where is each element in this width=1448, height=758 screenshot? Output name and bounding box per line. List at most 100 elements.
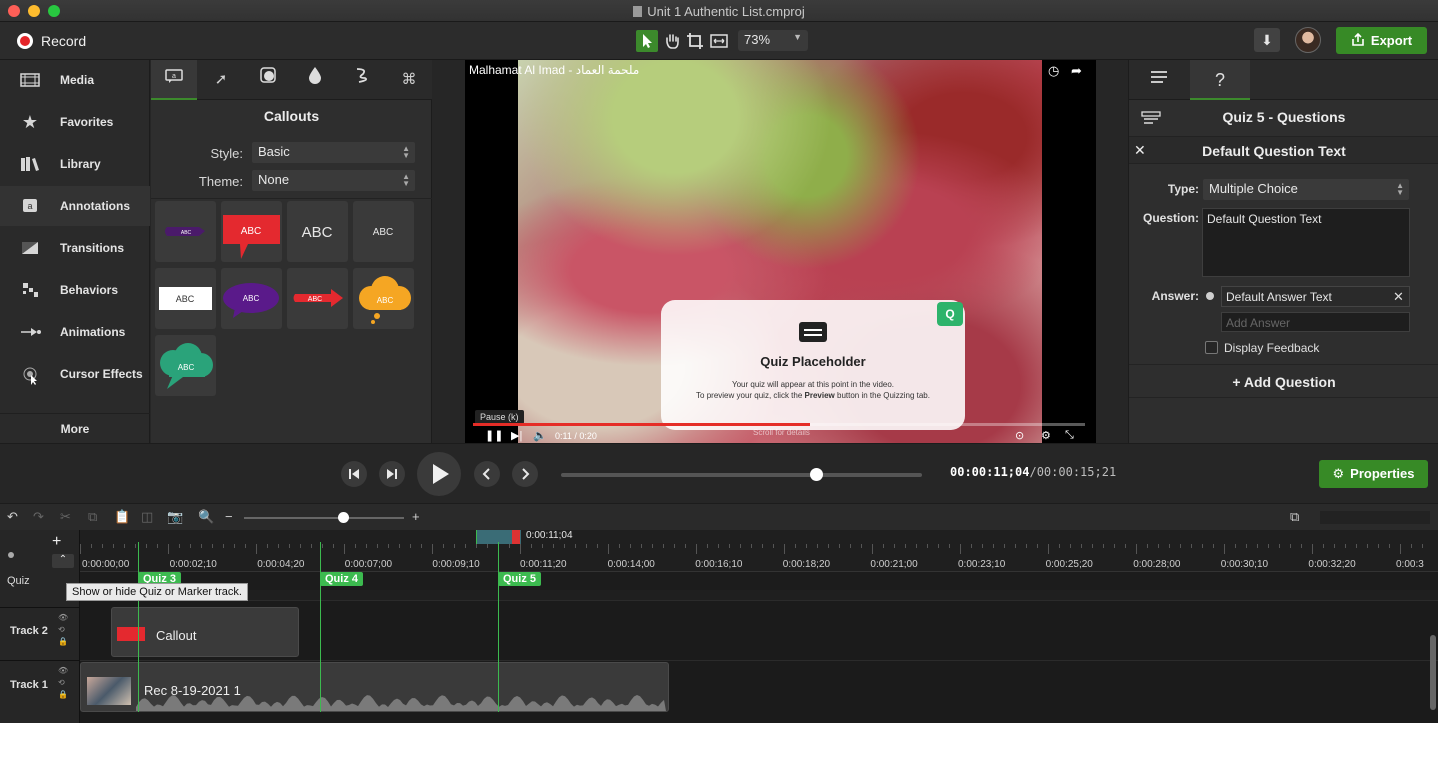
copy-icon[interactable]: ⧉ <box>88 509 97 525</box>
tab-quiz-question-icon[interactable]: ? <box>1190 60 1250 100</box>
record-button[interactable]: Record <box>41 33 86 49</box>
zoom-out-icon[interactable]: − <box>225 509 233 524</box>
sidebar-item-transitions[interactable]: Transitions <box>0 228 150 268</box>
record-icon[interactable] <box>17 33 33 49</box>
step-back-button[interactable] <box>341 461 367 487</box>
tab-list-icon[interactable] <box>1129 60 1189 100</box>
split-icon[interactable]: ◫ <box>141 509 153 525</box>
ruler-minor-tick <box>1125 544 1126 548</box>
callout-tile-purple-arrow[interactable]: ABC <box>155 201 216 262</box>
volume-icon[interactable]: 🔈 <box>533 429 547 442</box>
sidebar-item-media[interactable]: Media <box>0 60 150 100</box>
zoom-select[interactable]: 73% ▼ <box>738 30 808 51</box>
clock-icon[interactable]: ◷ <box>1048 63 1059 79</box>
correct-answer-radio[interactable] <box>1206 292 1214 300</box>
tab-callouts-icon[interactable]: a <box>151 60 197 100</box>
collapse-tracks-icon[interactable]: ⌃ <box>52 554 74 568</box>
timeline-vertical-scrollbar[interactable] <box>1430 635 1436 710</box>
share-icon[interactable]: ➦ <box>1071 63 1082 79</box>
tab-keystroke-icon[interactable]: ⌘ <box>386 60 432 100</box>
scrubber-knob[interactable] <box>809 468 823 481</box>
video-progress-bar[interactable] <box>473 423 1085 426</box>
fit-canvas-icon[interactable] <box>708 30 730 52</box>
redo-icon[interactable]: ↷ <box>33 509 44 525</box>
recording-clip[interactable]: Rec 8-19-2021 1 <box>80 662 669 712</box>
theme-label: Theme: <box>198 174 243 189</box>
track-1-controls-icon[interactable]: 👁 ⟲ 🔒 <box>58 665 68 701</box>
sidebar-more-button[interactable]: More <box>0 413 150 443</box>
exit-fullscreen-icon[interactable]: ⤡ <box>1065 429 1074 442</box>
callout-tile-text-large[interactable]: ABC <box>287 201 348 262</box>
cut-icon[interactable]: ✂ <box>60 509 71 525</box>
recording-clip-thumbnail <box>87 677 131 705</box>
video-player[interactable]: Malhamat Al Imad - ملحمة العماد ◷ ➦ Quiz… <box>465 60 1096 443</box>
previous-marker-button[interactable] <box>474 461 500 487</box>
tab-arrows-icon[interactable]: ➚ <box>198 60 244 100</box>
callout-tile-white-box[interactable]: ABC <box>155 268 216 329</box>
zoom-in-icon[interactable]: + <box>412 509 420 524</box>
answer-field[interactable]: Default Answer Text <box>1221 286 1410 307</box>
settings-gear-icon[interactable]: ⚙ <box>1041 429 1051 442</box>
callout-tile-red-speech[interactable]: ABC <box>221 201 282 262</box>
playback-scrubber[interactable] <box>561 468 922 481</box>
callout-tile-teal-cloud[interactable]: ABC <box>155 335 216 396</box>
next-marker-button[interactable] <box>512 461 538 487</box>
tab-shapes-icon[interactable] <box>245 60 291 100</box>
tab-blur-icon[interactable] <box>292 60 338 100</box>
callout-tile-text-small[interactable]: ABC <box>353 201 414 262</box>
user-avatar[interactable] <box>1295 27 1321 53</box>
callout-tile-purple-oval[interactable]: ABC <box>221 268 282 329</box>
download-button[interactable]: ⬇ <box>1254 28 1280 52</box>
crop-tool-icon[interactable] <box>684 30 706 52</box>
timeline-ruler[interactable]: 0:00:11;04 0:00:00;00 0:00:02;10 0:00:04;2… <box>80 530 1438 572</box>
sidebar-item-behaviors[interactable]: Behaviors <box>0 270 150 310</box>
sidebar-item-annotations[interactable]: a Annotations <box>0 186 150 226</box>
camera-snapshot-icon[interactable]: 📷 <box>167 509 183 525</box>
question-textarea[interactable]: Default Question Text <box>1202 208 1410 277</box>
sidebar-item-animations[interactable]: Animations <box>0 312 150 352</box>
ruler-minor-tick <box>410 544 411 548</box>
tab-sketch-motion-icon[interactable] <box>339 60 385 100</box>
callout-tile-red-arrow[interactable]: ABC <box>287 268 348 329</box>
zoom-slider-knob[interactable] <box>338 512 349 523</box>
callout-clip[interactable]: Callout <box>111 607 299 657</box>
pause-icon[interactable]: ❚❚ <box>485 429 503 442</box>
ruler-minor-tick <box>1213 544 1214 548</box>
add-question-button[interactable]: + Add Question <box>1129 364 1438 398</box>
sidebar-item-cursor-effects[interactable]: Cursor Effects <box>0 354 150 394</box>
zoom-search-icon[interactable]: 🔍 <box>198 509 214 525</box>
timeline-zoom-slider[interactable] <box>244 512 404 523</box>
next-icon[interactable]: ▶| <box>511 429 522 442</box>
add-answer-field[interactable]: Add Answer <box>1221 312 1410 332</box>
quiz-marker-4[interactable]: Quiz 4 <box>320 572 364 586</box>
quiz-marker-5[interactable]: Quiz 5 <box>498 572 542 586</box>
quiz-track-label[interactable]: Quiz <box>7 575 30 587</box>
properties-button[interactable]: ⚙ Properties <box>1319 460 1428 488</box>
detach-timeline-icon[interactable]: ⧉ <box>1290 509 1299 525</box>
step-forward-button[interactable] <box>379 461 405 487</box>
sidebar-item-library[interactable]: Library <box>0 144 150 184</box>
play-button[interactable] <box>417 452 461 496</box>
undo-icon[interactable]: ↶ <box>7 509 18 525</box>
question-label: Question: <box>1143 211 1199 225</box>
toggle-icon[interactable]: ⊙ <box>1015 429 1024 442</box>
add-track-icon[interactable]: + <box>52 533 61 551</box>
export-button[interactable]: Export <box>1336 27 1427 54</box>
style-select[interactable]: Basic ▲ ▼ <box>252 142 415 163</box>
ruler-tick-label: 0:00:16;10 <box>695 559 743 570</box>
paste-icon[interactable]: 📋 <box>114 509 130 525</box>
theme-select[interactable]: None ▲ ▼ <box>252 170 415 191</box>
quiz-track: Quiz 3 Quiz 4 Quiz 5 <box>80 572 1438 590</box>
out-point-handle[interactable] <box>512 530 520 544</box>
remove-answer-icon[interactable]: ✕ <box>1393 289 1404 305</box>
select-tool-icon[interactable] <box>636 30 658 52</box>
callout-tile-orange-cloud[interactable]: ABC <box>353 268 414 329</box>
question-type-select[interactable]: Multiple Choice ▲ ▼ <box>1203 179 1409 200</box>
display-feedback-checkbox[interactable] <box>1205 341 1218 354</box>
magnet-icon[interactable] <box>8 552 14 558</box>
sidebar-item-favorites[interactable]: ★ Favorites <box>0 102 150 142</box>
timeline-scroll-overview[interactable] <box>1320 511 1430 524</box>
pan-hand-tool-icon[interactable] <box>661 30 683 52</box>
quiz-badge[interactable]: Q <box>937 302 963 326</box>
track-2-controls-icon[interactable]: 👁 ⟲ 🔒 <box>58 612 68 648</box>
